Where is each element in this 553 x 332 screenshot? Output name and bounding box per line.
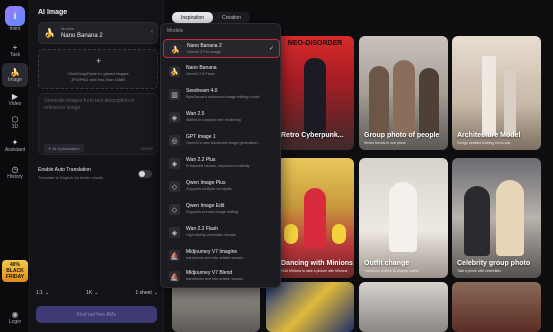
rail-item-history[interactable]: ◷ History [2,160,28,184]
model-option-wan-2-2-flash[interactable]: ◈ Wan 2.2 Flash High-fidelity cinematic … [163,223,280,242]
minion-figure [332,224,346,244]
building-model [482,56,496,136]
auto-translation-toggle[interactable] [138,170,152,178]
sparkle-icon: ✦ [11,137,19,147]
figure-silhouette [393,60,415,136]
prompt-input[interactable]: Generate images from text description or… [38,93,158,155]
openai-icon: ◎ [169,135,180,146]
plus-icon: + [12,42,18,52]
midjourney-icon: ⛵ [169,271,180,282]
generate-button[interactable]: Find out free AMs [36,306,157,323]
seedream-icon: ▥ [169,89,180,100]
model-option-wan-2-5[interactable]: ◈ Wan 2.5 Skilled in complex text render… [163,108,280,127]
figure-silhouette [369,66,389,136]
app-logo-text: imini [9,26,21,32]
gallery-card[interactable] [452,282,541,332]
model-option-midjourney-imagine[interactable]: ⛵ Midjourney V7 Imagine transforms text … [163,246,280,265]
rail-item-assistant[interactable]: ✦ Assistant [2,133,28,157]
figure-silhouette [464,186,490,256]
chevron-down-icon: ⌄ [44,290,50,296]
figure-silhouette [419,68,439,136]
minion-figure [284,224,298,244]
chevron-down-icon: ⌄ [94,290,99,296]
plus-icon: + [96,56,102,66]
wan-icon: ◈ [169,227,180,238]
generation-options: 1:1 ⌄ 1K ⌄ 1 sheet ⌄ [36,287,158,299]
gallery-card[interactable]: Outfit change Transform clothes to chang… [359,158,448,278]
figure-silhouette [389,182,417,252]
model-option-nano-banana[interactable]: 🍌 Nano Banana Gemini 2.5 Flash [163,62,280,81]
auto-translation-subtitle: Translate to English for better results [38,175,104,180]
model-option-qwen-image-plus[interactable]: ◇ Qwen Image Plus Supports multiple art … [163,177,280,196]
auto-translation-title: Enable Auto Translation [38,167,91,173]
midjourney-icon: ⛵ [169,250,180,261]
banana-icon: 🍌 [10,67,20,77]
gallery-card[interactable] [266,282,354,332]
model-label: Models [61,26,74,31]
model-option-midjourney-blend[interactable]: ⛵ Midjourney V7 Blend transforms text in… [163,267,280,286]
banana-icon: 🍌 [170,44,181,55]
clock-icon: ◷ [11,164,19,174]
model-option-nano-banana-2[interactable]: 🍌 Nano Banana 2 Gemini 3 Pro Image ✓ [163,39,280,58]
banana-icon: 🍌 [44,28,56,38]
model-option-qwen-image-edit[interactable]: ◇ Qwen Image Edit Supports precise image… [163,200,280,219]
gallery-card[interactable]: NEO-DISORDER Retro Cyberpunk... [276,36,354,150]
prompt-placeholder: Generate images from text description or… [44,98,135,111]
check-icon: ✓ [268,46,274,52]
banana-icon: 🍌 [169,66,180,77]
building-model [504,70,516,136]
new-task-button[interactable]: + Task [2,38,28,62]
gallery-card[interactable] [359,282,448,332]
rail-item-video[interactable]: ▶ Video [2,87,28,111]
chevron-down-icon: ⌄ [153,290,158,296]
toggle-knob [139,171,145,177]
dropdown-title: Models [167,28,184,34]
cube-icon: ⬡ [11,114,19,124]
user-icon: ◉ [11,309,19,319]
resolution-select[interactable]: 1K ⌄ [86,287,98,299]
model-dropdown: Models 🍌 Nano Banana 2 Gemini 3 Pro Imag… [160,23,281,288]
wan-icon: ◈ [169,158,180,169]
black-friday-promo[interactable]: 40% BLACK FRIDAY [2,260,28,282]
model-option-wan-2-2-plus[interactable]: ◈ Wan 2.2 Plus Enhanced visuals, improve… [163,154,280,173]
ratio-select[interactable]: 1:1 ⌄ [36,287,49,299]
gallery-card[interactable]: Dancing with Minions Hold Minions to tak… [276,158,354,278]
tab-inspiration[interactable]: Inspiration [172,12,214,23]
gallery-card[interactable] [172,282,260,332]
gallery-tabs: Inspiration Creation [172,12,250,23]
figure-silhouette [304,188,326,248]
login-button[interactable]: ◉ Login [4,306,26,328]
image-upload-zone[interactable]: + Click/Drag/Paste to upload images JPG/… [38,49,158,89]
char-count: 0/3000 [140,146,153,151]
qwen-icon: ◇ [169,204,180,215]
figure-silhouette [496,180,524,256]
model-value: Nano Banana 2 [61,33,103,39]
model-option-seedream[interactable]: ▥ Seedream 4.0 ByteDance's advanced imag… [163,85,280,104]
model-selector[interactable]: 🍌 Models Nano Banana 2 ‹ [38,22,158,44]
gallery-card[interactable]: Celebrity group photo Take a photo with … [452,158,541,278]
tab-creation[interactable]: Creation [213,12,250,23]
config-panel: AI Image 🍌 Models Nano Banana 2 ‹ + Clic… [31,0,164,332]
app-logo[interactable]: i [5,6,25,26]
rail-item-3d[interactable]: ⬡ 3D [2,110,28,134]
qwen-icon: ◇ [169,181,180,192]
rail-item-image[interactable]: 🍌 Image [2,63,28,87]
figure-silhouette [304,58,326,138]
left-rail: i imini + Task 🍌 Image ▶ Video ⬡ 3D ✦ As… [0,0,30,332]
wan-icon: ◈ [169,112,180,123]
model-option-gpt-image-1[interactable]: ◎ GPT Image 1 OpenAI's new advanced imag… [163,131,280,150]
count-select[interactable]: 1 sheet ⌄ [135,287,158,299]
ai-optimization-button[interactable]: ✦ AI Optimization [44,144,84,153]
video-icon: ▶ [11,91,19,101]
chevron-left-icon: ‹ [151,29,153,35]
panel-title: AI Image [38,9,68,16]
gallery-card[interactable]: Group photo of people Seven friends in o… [359,36,448,150]
gallery-card[interactable]: Architecture Model Design detailed build… [452,36,541,150]
